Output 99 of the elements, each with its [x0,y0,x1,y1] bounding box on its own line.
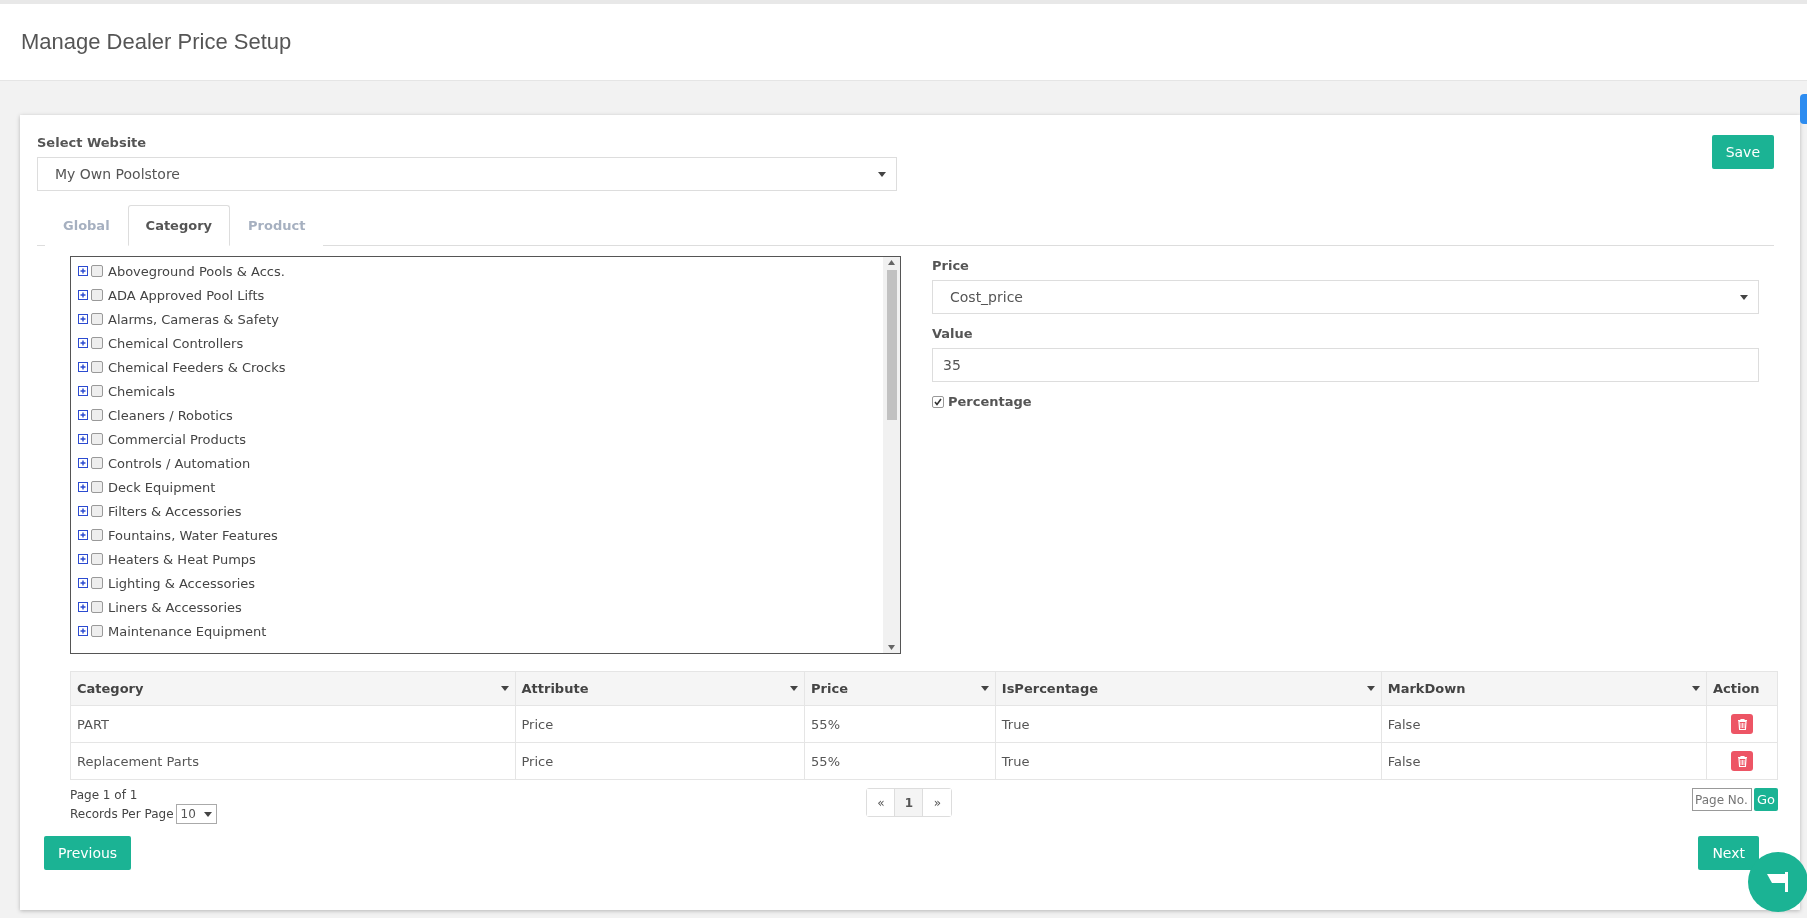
plus-box-icon[interactable] [78,338,88,348]
checkbox[interactable] [91,577,103,589]
caret-icon [1692,686,1700,691]
checkbox-label: Percentage [948,394,1032,409]
tree-item[interactable]: Fountains, Water Features [108,527,278,543]
plus-box-icon[interactable] [78,266,88,276]
scrollbar[interactable] [883,257,900,653]
caret-icon [500,686,509,691]
scroll-up-icon[interactable] [888,260,895,265]
plus-box-icon[interactable] [78,362,88,372]
caret-icon [203,811,212,817]
page-title: Manage Dealer Price Setup [21,29,292,55]
column-header[interactable]: MarkDown [1381,671,1707,706]
delete-button[interactable] [1731,751,1753,771]
side-tab[interactable] [1800,94,1807,124]
checkbox[interactable] [91,361,103,373]
table-cell: False [1381,742,1707,780]
tree-item[interactable]: Lighting & Accessories [108,575,256,591]
checkbox[interactable] [91,265,103,277]
tab[interactable]: Category [127,205,231,246]
checkbox[interactable] [91,313,103,325]
scroll-down-icon[interactable] [888,645,895,650]
checkbox[interactable] [91,289,103,301]
table-cell: True [995,705,1382,743]
column-header[interactable]: Attribute [515,671,805,706]
flag-icon [1765,871,1791,893]
table-cell: Price [515,705,805,743]
checkbox[interactable] [91,601,103,613]
tree-item[interactable]: Deck Equipment [108,479,216,495]
checkbox[interactable] [91,409,103,421]
checkbox[interactable] [91,433,103,445]
tree-item[interactable]: Heaters & Heat Pumps [108,551,256,567]
table-cell: PART [70,705,515,743]
tree-item[interactable]: Chemicals [108,383,176,399]
plus-box-icon[interactable] [78,314,88,324]
trash-icon [1737,718,1747,730]
delete-button[interactable] [1731,714,1753,734]
page-button[interactable]: 1 [895,789,924,816]
page-info: Page 1 of 1 [70,788,139,802]
checkbox[interactable] [91,553,103,565]
plus-box-icon[interactable] [78,458,88,468]
tree-item[interactable]: Filters & Accessories [108,503,242,519]
table-cell: True [995,742,1382,780]
plus-box-icon[interactable] [78,554,88,564]
page-number-field[interactable]: Page No. [1691,788,1752,811]
plus-box-icon[interactable] [78,434,88,444]
trash-icon [1737,755,1747,767]
checkbox[interactable] [91,385,103,397]
tree-item[interactable]: ADA Approved Pool Lifts [108,287,265,303]
field-label: Select Website [37,135,148,150]
plus-box-icon[interactable] [78,530,88,540]
checkbox[interactable] [91,625,103,637]
price-select[interactable]: Cost_price [932,280,1759,314]
checkbox[interactable] [91,529,103,541]
caret-icon [980,686,989,691]
checkbox[interactable] [91,337,103,349]
plus-box-icon[interactable] [78,578,88,588]
plus-box-icon[interactable] [78,290,88,300]
checkbox[interactable] [91,505,103,517]
tree-item[interactable]: Alarms, Cameras & Safety [108,311,280,327]
plus-box-icon[interactable] [78,506,88,516]
table-cell: 55% [804,705,996,743]
column-header[interactable]: Action [1706,671,1778,706]
plus-box-icon[interactable] [78,602,88,612]
caret-icon [1366,686,1375,691]
scrollbar-thumb[interactable] [886,270,897,420]
table-cell: Price [515,742,805,780]
table-cell: 55% [804,742,996,780]
caret-icon [1740,294,1748,300]
checkbox[interactable] [91,481,103,493]
website-select[interactable]: My Own Poolstore [37,157,897,191]
tree-item[interactable]: Chemical Controllers [108,335,244,351]
plus-box-icon[interactable] [78,410,88,420]
tree-item[interactable]: Chemical Feeders & Crocks [108,359,286,375]
tree-item[interactable]: Controls / Automation [108,455,251,471]
plus-box-icon[interactable] [78,482,88,492]
tree-item[interactable]: Cleaners / Robotics [108,407,233,423]
tree-item[interactable]: Commercial Products [108,431,247,447]
column-header[interactable]: Price [804,671,996,706]
tree-item[interactable]: Liners & Accessories [108,599,242,615]
column-header[interactable]: Category [70,671,515,706]
value-field[interactable]: 35 [932,348,1759,382]
checkbox[interactable] [91,457,103,469]
plus-box-icon[interactable] [78,386,88,396]
records-label: Records Per Page [70,807,174,821]
field-label: Price [932,258,970,273]
table-cell: False [1381,705,1707,743]
checkmark-icon [934,397,942,406]
caret-icon [790,686,799,691]
tree-item[interactable]: Maintenance Equipment [108,623,267,639]
caret-icon [878,171,886,177]
records-select[interactable]: 10 [175,804,217,824]
tree-item[interactable]: Aboveground Pools & Accs. [108,263,285,279]
plus-box-icon[interactable] [78,626,88,636]
previous-page-button[interactable]: « [867,789,896,816]
column-header[interactable]: IsPercentage [995,671,1382,706]
field-label: Value [932,326,974,341]
checkbox[interactable] [932,395,944,408]
table-cell: Replacement Parts [70,742,515,780]
